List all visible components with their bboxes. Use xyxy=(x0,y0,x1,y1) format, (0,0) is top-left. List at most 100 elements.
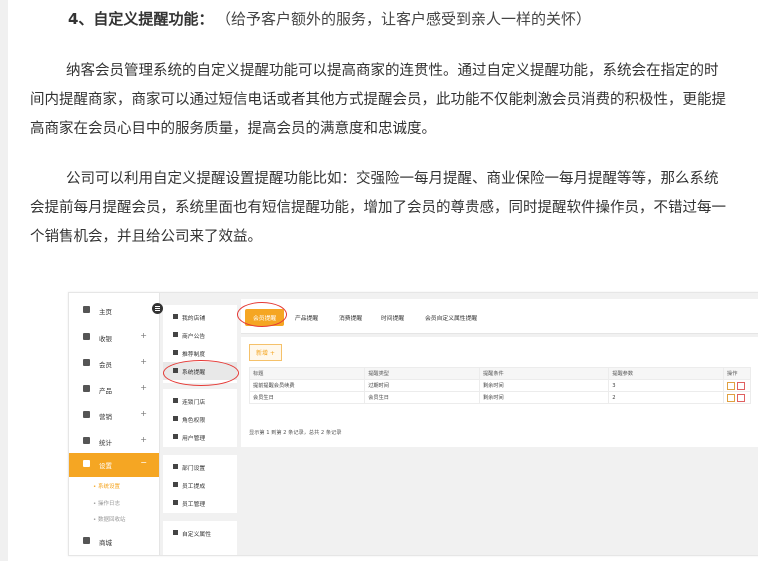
menu-item: 商户公告 xyxy=(163,326,237,344)
cell-condition: 剩余时间 xyxy=(478,391,610,404)
table-row: 会员生日 会员生日 剩余时间 2 xyxy=(248,391,751,404)
highlight-circle-tab xyxy=(237,302,287,327)
cell-condition: 剩余时间 xyxy=(478,379,610,392)
sub-item-system-settings: • 系统设置 xyxy=(93,484,120,490)
tab-consume-reminder: 消费提醒 xyxy=(339,316,363,322)
reminder-tabs: 会员提醒 产品提醒 消费提醒 时间提醒 会员自定义属性提醒 xyxy=(241,299,758,334)
home-icon xyxy=(83,306,90,313)
paragraph-1-text: 纳客会员管理系统的自定义提醒功能可以提高商家的连贯性。通过自定义提醒功能，系统会… xyxy=(30,63,726,137)
nav-label: 主页 xyxy=(99,308,112,316)
expand-icon: + xyxy=(140,409,147,418)
col-condition: 提醒条件 xyxy=(478,367,610,380)
nav-item-settings: 设置 − xyxy=(69,453,159,477)
cell-title: 会员生日 xyxy=(248,391,366,404)
pie-chart-icon xyxy=(83,437,90,444)
menu-item: 我的店铺 xyxy=(163,308,237,326)
expand-icon: + xyxy=(140,331,147,340)
col-type: 提醒类型 xyxy=(364,367,480,380)
main-sidebar: 主页 收银 + 会员 + 产品 + 营销 + 统计 + 设置 − • 系统设置 • 操作日志… xyxy=(69,293,160,555)
cell-type: 过期时间 xyxy=(364,379,480,392)
paragraph-1: 纳客会员管理系统的自定义提醒功能可以提高商家的连贯性。通过自定义提醒功能，系统会… xyxy=(30,57,730,144)
page-left-gutter xyxy=(0,0,8,561)
cell-action xyxy=(723,391,751,404)
edit-icon xyxy=(727,393,735,402)
highlight-circle-menu xyxy=(163,360,239,386)
menu-label: 员工管理 xyxy=(182,502,206,508)
reminder-table: 标题 提醒类型 提醒条件 提醒参数 操作 提前提醒会员续费 过期时间 剩余时间 … xyxy=(248,367,751,404)
menu-label: 连锁门店 xyxy=(182,400,206,406)
shop-icon xyxy=(83,537,90,544)
menu-label: 商户公告 xyxy=(182,334,206,340)
monitor-icon xyxy=(83,333,90,340)
heading-title: 4、自定义提醒功能： xyxy=(68,10,214,28)
menu-group-2: 连锁门店 角色权限 用户管理 xyxy=(163,389,237,447)
menu-label: 推荐制度 xyxy=(182,352,206,358)
menu-label: 自定义属性 xyxy=(182,532,211,538)
nav-item-stats: 统计 + xyxy=(69,430,159,454)
nav-label: 营销 xyxy=(99,413,112,421)
role-icon xyxy=(173,416,178,421)
nav-label: 产品 xyxy=(99,387,112,395)
pagination-info: 显示第 1 到第 2 条记录，总共 2 条记录 xyxy=(249,430,342,436)
main-panel: 会员提醒 产品提醒 消费提醒 时间提醒 会员自定义属性提醒 新增 + 标题 提醒… xyxy=(241,293,758,555)
expand-icon: + xyxy=(140,383,147,392)
sub-item-recycle-bin: • 数据回收站 xyxy=(93,517,126,523)
heading-note: （给予客户额外的服务，让客户感受到亲人一样的关怀） xyxy=(223,10,591,28)
expand-icon: + xyxy=(140,435,147,444)
cube-icon xyxy=(83,385,90,392)
nav-item-marketing: 营销 + xyxy=(69,404,159,428)
add-button: 新增 + xyxy=(249,344,282,361)
table-row: 提前提醒会员续费 过期时间 剩余时间 3 xyxy=(248,379,751,392)
tag-icon xyxy=(83,411,90,418)
menu-group-3: 部门设置 员工提成 员工管理 xyxy=(163,455,237,513)
nav-label: 会员 xyxy=(99,361,112,369)
user-manage-icon xyxy=(173,434,178,439)
settings-menu: 我的店铺 商户公告 推荐制度 系统提醒 连锁门店 角色权限 用户管理 部门设置 … xyxy=(163,293,237,555)
cell-type: 会员生日 xyxy=(364,391,480,404)
nav-item-mall: 商城 xyxy=(69,530,159,554)
section-heading: 4、自定义提醒功能： （给予客户额外的服务，让客户感受到亲人一样的关怀） xyxy=(68,8,591,29)
embedded-screenshot: 主页 收银 + 会员 + 产品 + 营销 + 统计 + 设置 − • 系统设置 • 操作日志… xyxy=(68,292,758,556)
gear-icon xyxy=(83,460,90,467)
col-title: 标题 xyxy=(248,367,366,380)
menu-item: 部门设置 xyxy=(163,458,237,476)
nav-item-product: 产品 + xyxy=(69,378,159,402)
menu-label: 员工提成 xyxy=(182,484,206,490)
cell-param: 3 xyxy=(608,379,724,392)
custom-attr-icon xyxy=(173,530,178,535)
menu-label: 部门设置 xyxy=(182,466,206,472)
menu-group-4: 自定义属性 xyxy=(163,521,237,555)
menu-item: 角色权限 xyxy=(163,410,237,428)
nav-label: 收银 xyxy=(99,335,112,343)
collapse-icon: − xyxy=(140,458,147,467)
menu-item: 员工提成 xyxy=(163,476,237,494)
paragraph-2-text: 公司可以利用自定义提醒设置提醒功能比如：交强险一每月提醒、商业保险一每月提醒等等… xyxy=(30,171,726,245)
menu-item: 用户管理 xyxy=(163,428,237,446)
tab-product-reminder: 产品提醒 xyxy=(295,316,319,322)
nav-label: 统计 xyxy=(99,439,112,447)
menu-item: 员工管理 xyxy=(163,494,237,512)
paragraph-2: 公司可以利用自定义提醒设置提醒功能比如：交强险一每月提醒、商业保险一每月提醒等等… xyxy=(30,165,730,252)
menu-label: 角色权限 xyxy=(182,418,206,424)
delete-icon xyxy=(737,393,745,402)
nav-item-home: 主页 xyxy=(69,299,159,323)
cell-param: 2 xyxy=(608,391,724,404)
cell-title: 提前提醒会员续费 xyxy=(248,379,366,392)
store-icon xyxy=(173,314,178,319)
recommend-icon xyxy=(173,350,178,355)
menu-item: 自定义属性 xyxy=(163,524,237,542)
user-icon xyxy=(83,359,90,366)
col-param: 提醒参数 xyxy=(608,367,724,380)
sidebar-toggle-icon xyxy=(152,303,163,314)
nav-label: 设置 xyxy=(99,462,112,470)
staff-icon xyxy=(173,500,178,505)
edit-icon xyxy=(727,381,735,390)
sub-item-operation-log: • 操作日志 xyxy=(93,501,120,507)
menu-label: 我的店铺 xyxy=(182,316,206,322)
col-action: 操作 xyxy=(723,367,751,380)
table-header-row: 标题 提醒类型 提醒条件 提醒参数 操作 xyxy=(248,367,751,380)
cell-action xyxy=(723,379,751,392)
reminder-content: 新增 + 标题 提醒类型 提醒条件 提醒参数 操作 提前提醒会员续费 过期时间 … xyxy=(241,337,758,447)
commission-icon xyxy=(173,482,178,487)
tab-time-reminder: 时间提醒 xyxy=(381,316,405,322)
